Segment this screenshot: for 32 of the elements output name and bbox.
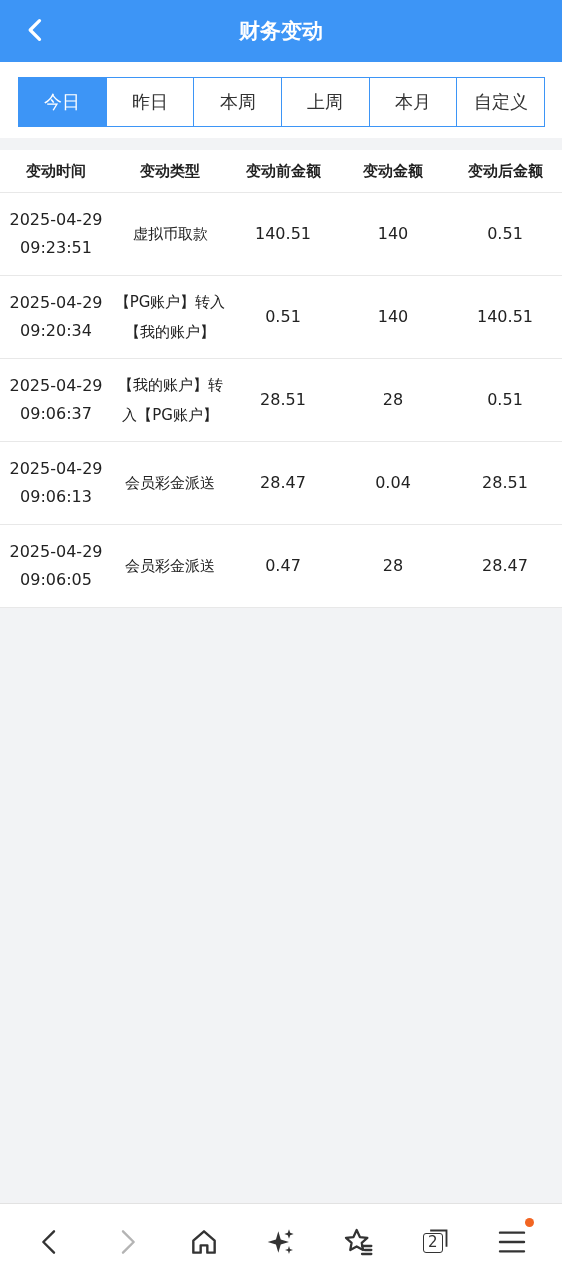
table-cell-text: 2025-04-29 09:06:13: [8, 458, 104, 508]
table-cell-text: 140.51: [477, 306, 533, 328]
table-cell-text: 【我的账户】转入【PG账户】: [116, 375, 224, 426]
column-header: 变动后金额: [466, 160, 544, 182]
table-cell-text: 0.04: [375, 472, 411, 494]
table-cell-text: 140.51: [255, 223, 311, 245]
table-cell-text: 140: [377, 223, 409, 245]
table-cell-text: 28.51: [482, 472, 528, 494]
table-cell-text: 28.51: [260, 389, 306, 411]
table-cell-text: 2025-04-29 09:23:51: [8, 209, 104, 259]
table-cell-text: 2025-04-29 09:06:05: [8, 541, 104, 591]
column-header: 变动前金额: [244, 160, 322, 182]
tabs-button[interactable]: 2: [419, 1227, 450, 1257]
table-cell-text: 28: [382, 389, 404, 411]
table-cell-text: 2025-04-29 09:06:37: [8, 375, 104, 425]
table-cell-text: 28: [382, 555, 404, 577]
column-header: 变动时间: [25, 160, 87, 182]
column-header: 变动类型: [139, 160, 201, 182]
column-header: 变动金额: [362, 160, 424, 182]
table-cell-text: 0.51: [265, 306, 301, 328]
table-cell-text: 【PG账户】转入【我的账户】: [114, 292, 226, 343]
table-cell-text: 0.51: [487, 389, 523, 411]
table-cell-text: 28.47: [260, 472, 306, 494]
page-title: 财务变动: [239, 18, 323, 45]
table-cell-text: 0.47: [265, 555, 301, 577]
table-cell-text: 0.51: [487, 223, 523, 245]
table-cell-text: 2025-04-29 09:20:34: [8, 292, 104, 342]
table-cell-text: 28.47: [482, 555, 528, 577]
table-cell-text: 虚拟币取款: [131, 224, 209, 245]
table-cell-text: 会员彩金派送: [124, 556, 216, 577]
table-cell-text: 会员彩金派送: [124, 473, 216, 494]
table-cell-text: 140: [377, 306, 409, 328]
